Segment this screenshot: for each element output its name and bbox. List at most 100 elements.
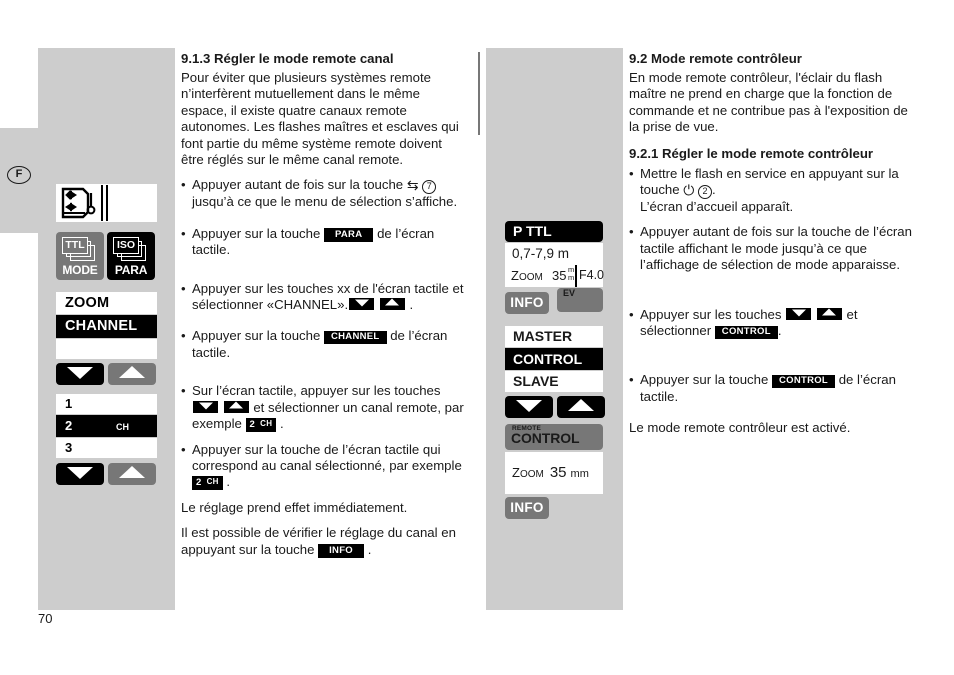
ev-key[interactable]: EV	[557, 288, 603, 312]
channel-2-badge: 2 CH	[192, 475, 223, 491]
bullet4-text-a: Appuyer sur la touche	[640, 372, 769, 388]
zoom-aperture-divider	[575, 265, 577, 287]
list-item: Appuyer sur la touche CONTROL de l’écran…	[629, 372, 919, 405]
mode-list-item-control[interactable]: CONTROL	[505, 348, 603, 370]
reflector-divider-2	[106, 185, 108, 221]
list-item: Appuyer sur la touche de l’écran tactile…	[181, 442, 466, 491]
text-column-right: 9.2 Mode remote contrôleur En mode remot…	[629, 50, 919, 446]
ev-key-label: EV	[563, 288, 576, 298]
channel-scroll-up-key[interactable]	[108, 463, 156, 485]
mode-list-item-slave-label: SLAVE	[513, 373, 559, 389]
arrow-down-icon	[786, 307, 812, 320]
reflector-display-strip	[56, 184, 157, 222]
zoom-readout-box: ZOOM 35 mm	[505, 452, 603, 494]
page-number: 70	[38, 611, 53, 626]
arrow-up-icon	[816, 307, 842, 320]
column-divider	[478, 52, 480, 135]
zoom-readout-label: ZOOM	[512, 465, 544, 480]
section-913-intro: Pour éviter que plusieurs systèmes remot…	[181, 70, 459, 168]
channel-key-badge: CHANNEL	[323, 330, 387, 345]
channel-2-badge-num: 2	[196, 477, 202, 489]
info-key-bottom[interactable]: INFO	[505, 497, 549, 519]
menu-item-blank[interactable]	[56, 339, 157, 359]
remote-control-bar-label: CONTROL	[511, 430, 580, 446]
bullet4-text-a: Appuyer sur la touche	[192, 328, 321, 344]
bullet1-text-a: Appuyer autant de fois sur la touche	[192, 177, 404, 193]
menu-scroll-up-key[interactable]	[108, 363, 156, 385]
closing-line: Le mode remote contrôleur est activé.	[629, 420, 851, 436]
power-icon: ⏻	[683, 182, 695, 199]
arrow-up-icon	[223, 400, 249, 413]
channel-item-1-label: 1	[65, 396, 73, 411]
ttl-mode-key-label: MODE	[62, 263, 98, 277]
section-92-intro: En mode remote contrôleur, l'éclair du f…	[629, 70, 908, 135]
channel-item-1[interactable]: 1	[56, 394, 157, 414]
bullet-list-913-d: Appuyer sur la touche CHANNEL de l’écran…	[181, 328, 466, 361]
closing-line-2: Il est possible de vérifier le réglage d…	[181, 525, 466, 558]
zoom-aperture-row: ZOOM 35 mm F4.0	[505, 265, 605, 287]
aperture-value: F4.0	[579, 268, 605, 282]
bullet3-text-b: .	[409, 297, 414, 313]
bullet6-text-b: .	[226, 474, 231, 490]
bullet3-text-a: Appuyer sur les touches	[640, 306, 782, 322]
bullet1-text-b: .	[712, 182, 716, 198]
arrow-down-icon	[193, 400, 218, 413]
callout-number-7: 7	[422, 180, 437, 195]
closing-line-2-end: .	[367, 541, 372, 557]
channel-scroll-down-key[interactable]	[56, 463, 104, 485]
bullet5-text-a: Sur l’écran tactile, appuyer sur les tou…	[192, 383, 441, 399]
card-front-label: ISO	[113, 237, 139, 254]
bullet3-text-c: .	[777, 323, 782, 339]
remote-control-bar[interactable]: REMOTE CONTROL	[505, 424, 603, 450]
zoom-label: ZOOM	[511, 268, 543, 283]
bullet-list-921-a: Mettre le flash en service en appuyant s…	[629, 166, 919, 274]
channel-item-2-label: 2	[65, 418, 73, 433]
section-heading-913: 9.1.3 Régler le mode remote canal	[181, 51, 394, 66]
mode-scroll-up-key[interactable]	[557, 396, 605, 418]
bullet-list-913-a: Appuyer autant de fois sur la touche ⇆ 7…	[181, 177, 466, 210]
mode-scroll-down-key[interactable]	[505, 396, 553, 418]
callout-number-2: 2	[698, 185, 713, 200]
mode-list-item-master[interactable]: MASTER	[505, 326, 603, 347]
card-front-label: TTL	[62, 237, 88, 254]
zoom-value: 35	[552, 268, 567, 283]
menu-item-zoom-label: ZOOM	[65, 295, 110, 311]
channel-item-3-label: 3	[65, 440, 73, 455]
bullet3-text-a: Appuyer sur les touches xx de l'écran ta…	[192, 280, 464, 313]
bullet1-text-c: L’écran d’accueil apparaît.	[640, 199, 794, 215]
list-item: Appuyer sur les touches et sélectionner …	[629, 307, 919, 340]
bullet2-text: Appuyer autant de fois sur la touche de …	[640, 224, 912, 273]
closing-line-1: Le réglage prend effet immédiatement.	[181, 499, 408, 515]
channel-item-2[interactable]: CH 2	[56, 415, 157, 437]
mode-list-item-master-label: MASTER	[513, 328, 573, 344]
menu-scroll-down-key[interactable]	[56, 363, 104, 385]
mode-bar[interactable]: P TTL	[505, 221, 603, 242]
zoom-readout: ZOOM 35 mm	[505, 452, 603, 496]
info-key-top[interactable]: INFO	[505, 292, 549, 314]
channel-item-3[interactable]: 3	[56, 438, 157, 458]
channel-2-badge-ch: CH	[260, 419, 273, 429]
bullet6-text-a: Appuyer sur la touche de l’écran tactile…	[192, 441, 462, 473]
info-key-badge: INFO	[318, 544, 365, 558]
menu-item-zoom[interactable]: ZOOM	[56, 292, 157, 314]
mode-list-item-slave[interactable]: SLAVE	[505, 371, 603, 392]
reflector-divider-1	[101, 185, 103, 221]
list-item: Appuyer sur la touche PARA de l’écran ta…	[181, 226, 466, 259]
language-marker: F	[7, 166, 31, 184]
control-key-badge: CONTROL	[771, 374, 836, 389]
iso-card-stack: ISO	[113, 237, 149, 261]
iso-para-key[interactable]: ISO PARA	[107, 232, 155, 280]
section-heading-92: 9.2 Mode remote contrôleur	[629, 51, 802, 66]
ttl-mode-key[interactable]: TTL MODE	[56, 232, 104, 280]
channel-2-badge-num: 2	[249, 419, 256, 431]
control-key-badge: CONTROL	[714, 325, 778, 340]
zoom-readout-value: 35	[549, 464, 567, 481]
bullet-list-913-e: Sur l’écran tactile, appuyer sur les tou…	[181, 383, 466, 491]
arrow-up-icon	[379, 298, 405, 311]
channel-2-badge-ch: CH	[206, 477, 219, 487]
bullet1-text-a: Mettre le flash en service en appuyant s…	[640, 165, 899, 198]
menu-item-channel[interactable]: CHANNEL	[56, 315, 157, 338]
menu-item-channel-label: CHANNEL	[65, 318, 138, 334]
bullet1-text-b: jusqu’à ce que le menu de sélection s’af…	[192, 194, 458, 210]
mode-list-item-control-label: CONTROL	[513, 351, 583, 367]
